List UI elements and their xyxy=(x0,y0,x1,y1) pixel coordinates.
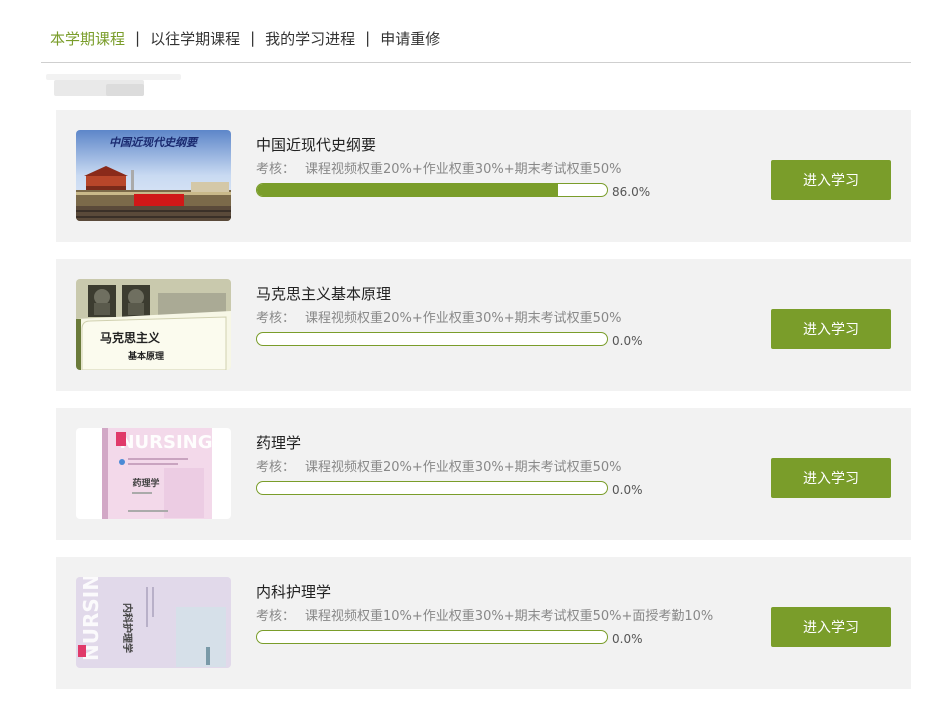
enter-study-button[interactable]: 进入学习 xyxy=(771,309,891,349)
course-cover-image[interactable]: 马克思主义 基本原理 xyxy=(76,279,231,370)
progress-row: 86.0% xyxy=(256,181,736,199)
progress-bar xyxy=(256,630,608,644)
assessment-rule: 考核： 课程视频权重20%+作业权重30%+期末考试权重50% xyxy=(256,459,736,477)
cover-history-illustration: 中国近现代史纲要 xyxy=(76,130,231,221)
tab-my-progress[interactable]: 我的学习进程 xyxy=(265,28,355,49)
course-card: 马克思主义 基本原理 马克思主义基本原理 考核： 课程视频权重20%+作业权重30… xyxy=(56,259,911,391)
course-title[interactable]: 内科护理学 xyxy=(256,581,736,603)
enter-study-button[interactable]: 进入学习 xyxy=(771,160,891,200)
course-info: 药理学 考核： 课程视频权重20%+作业权重30%+期末考试权重50% 0.0% xyxy=(256,432,736,497)
assessment-text: 课程视频权重20%+作业权重30%+期末考试权重50% xyxy=(305,311,622,326)
course-cover-image[interactable]: NURSING 内科护理学 xyxy=(76,577,231,668)
cover-title-text: 内科护理学 xyxy=(121,603,134,653)
progress-bar xyxy=(256,332,608,346)
cover-brand-text: NURSING xyxy=(119,432,212,453)
assessment-rule: 考核： 课程视频权重20%+作业权重30%+期末考试权重50% xyxy=(256,310,736,328)
cover-title-text: 马克思主义 xyxy=(100,330,161,345)
assessment-label: 考核： xyxy=(256,460,296,475)
course-info: 内科护理学 考核： 课程视频权重10%+作业权重30%+期末考试权重50%+面授考… xyxy=(256,581,736,646)
course-card: NURSING 内科护理学 内科护理学 考核： 课程视频权重10%+作业权重30%… xyxy=(56,557,911,689)
progress-bar xyxy=(256,183,608,197)
cover-subtitle-text: 基本原理 xyxy=(127,350,164,362)
cover-internal-nursing-illustration: NURSING 内科护理学 xyxy=(76,577,231,668)
course-cover-image[interactable]: NURSING 药理学 xyxy=(76,428,231,519)
progress-row: 0.0% xyxy=(256,628,736,646)
progress-row: 0.0% xyxy=(256,330,736,348)
progress-bar xyxy=(256,481,608,495)
tab-separator: | xyxy=(365,29,371,47)
assessment-text: 课程视频权重20%+作业权重30%+期末考试权重50% xyxy=(305,162,622,177)
tabs-divider xyxy=(41,62,911,63)
course-info: 中国近现代史纲要 考核： 课程视频权重20%+作业权重30%+期末考试权重50% … xyxy=(256,134,736,199)
tab-separator: | xyxy=(250,29,256,47)
enter-study-button[interactable]: 进入学习 xyxy=(771,607,891,647)
progress-percent: 0.0% xyxy=(612,334,643,348)
course-title[interactable]: 中国近现代史纲要 xyxy=(256,134,736,156)
course-list: 中国近现代史纲要 中国近现代史纲要 考核： 课程视频权重20%+作业权重30%+期… xyxy=(56,110,911,706)
course-title[interactable]: 马克思主义基本原理 xyxy=(256,283,736,305)
cover-pharmacology-illustration: NURSING 药理学 xyxy=(76,428,231,519)
cover-marxism-illustration: 马克思主义 基本原理 xyxy=(76,279,231,370)
course-title[interactable]: 药理学 xyxy=(256,432,736,454)
blurred-placeholder-text xyxy=(46,70,181,96)
assessment-rule: 考核： 课程视频权重10%+作业权重30%+期末考试权重50%+面授考勤10% xyxy=(256,608,736,626)
enter-study-button[interactable]: 进入学习 xyxy=(771,458,891,498)
tab-separator: | xyxy=(135,29,141,47)
assessment-text: 课程视频权重10%+作业权重30%+期末考试权重50%+面授考勤10% xyxy=(305,609,714,624)
progress-fill xyxy=(257,184,558,196)
assessment-label: 考核： xyxy=(256,609,296,624)
assessment-rule: 考核： 课程视频权重20%+作业权重30%+期末考试权重50% xyxy=(256,161,736,179)
tab-current-semester[interactable]: 本学期课程 xyxy=(50,28,125,49)
course-tabs: 本学期课程 | 以往学期课程 | 我的学习进程 | 申请重修 xyxy=(50,26,440,50)
assessment-label: 考核： xyxy=(256,162,296,177)
tab-past-semesters[interactable]: 以往学期课程 xyxy=(150,28,240,49)
cover-title-text: 药理学 xyxy=(132,477,159,489)
tab-apply-retake[interactable]: 申请重修 xyxy=(380,28,440,49)
progress-percent: 0.0% xyxy=(612,632,643,646)
course-card: 中国近现代史纲要 中国近现代史纲要 考核： 课程视频权重20%+作业权重30%+期… xyxy=(56,110,911,242)
assessment-text: 课程视频权重20%+作业权重30%+期末考试权重50% xyxy=(305,460,622,475)
assessment-label: 考核： xyxy=(256,311,296,326)
progress-percent: 0.0% xyxy=(612,483,643,497)
cover-title-text: 中国近现代史纲要 xyxy=(109,136,199,149)
course-info: 马克思主义基本原理 考核： 课程视频权重20%+作业权重30%+期末考试权重50%… xyxy=(256,283,736,348)
progress-percent: 86.0% xyxy=(612,185,651,199)
course-cover-image[interactable]: 中国近现代史纲要 xyxy=(76,130,231,221)
course-card: NURSING 药理学 药理学 考核： 课程视频权重20%+作业权重30%+期末考… xyxy=(56,408,911,540)
progress-row: 0.0% xyxy=(256,479,736,497)
